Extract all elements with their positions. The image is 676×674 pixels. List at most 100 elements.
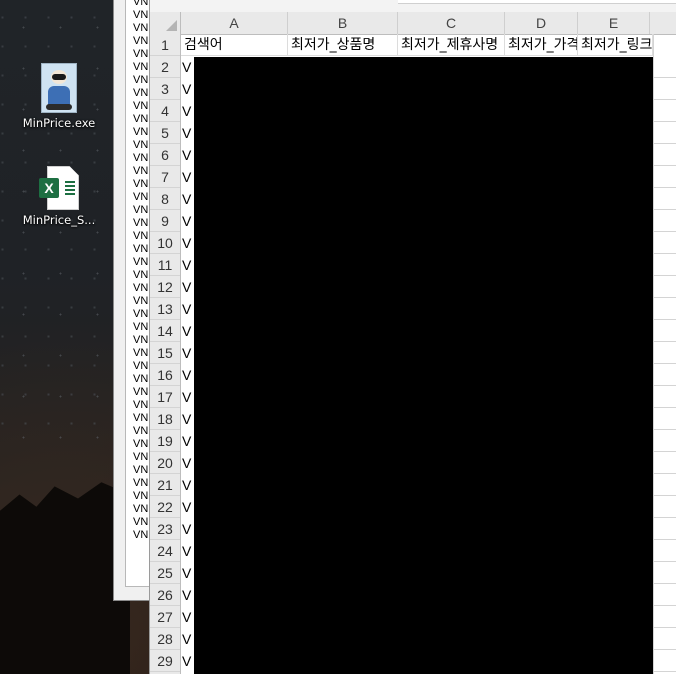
cell-a[interactable]: V — [180, 452, 194, 474]
text-line: VN — [133, 152, 149, 164]
column-header-b[interactable]: B — [288, 12, 398, 34]
row-header[interactable]: 24 — [150, 540, 180, 562]
text-line: VN — [133, 191, 149, 203]
column-header-e[interactable]: E — [578, 12, 650, 34]
cell-a1[interactable]: 검색어 — [181, 34, 288, 56]
row-header[interactable]: 12 — [150, 276, 180, 298]
row-header[interactable]: 19 — [150, 430, 180, 452]
row-header[interactable]: 3 — [150, 78, 180, 100]
text-line: VN — [133, 399, 149, 411]
cell-a[interactable]: V — [180, 100, 194, 122]
cell-a[interactable]: V — [180, 254, 194, 276]
cell-a[interactable]: V — [180, 496, 194, 518]
cell-a[interactable]: V — [180, 298, 194, 320]
cell-a[interactable]: V — [180, 518, 194, 540]
cell-a[interactable]: V — [180, 56, 194, 78]
cell-c1[interactable]: 최저가_제휴사명 — [398, 34, 505, 56]
row-header[interactable]: 6 — [150, 144, 180, 166]
row-header[interactable]: 20 — [150, 452, 180, 474]
cell-a[interactable]: V — [180, 232, 194, 254]
select-all-corner[interactable] — [150, 12, 181, 34]
row-header[interactable]: 2 — [150, 56, 180, 78]
row-header[interactable]: 17 — [150, 386, 180, 408]
cell-a[interactable]: V — [180, 584, 194, 606]
text-line: VN — [133, 308, 149, 320]
text-line: VN — [133, 425, 149, 437]
row-header[interactable]: 10 — [150, 232, 180, 254]
row-header[interactable]: 21 — [150, 474, 180, 496]
text-line: VN — [133, 87, 149, 99]
cell-a[interactable]: V — [180, 188, 194, 210]
row-header[interactable]: 28 — [150, 628, 180, 650]
text-line: VN — [133, 230, 149, 242]
desktop-icon-minprice-exe[interactable]: MinPrice.exe — [13, 63, 105, 130]
row-header[interactable]: 9 — [150, 210, 180, 232]
cell-a[interactable]: V — [180, 122, 194, 144]
app-character-icon — [41, 63, 77, 113]
row-header[interactable]: 26 — [150, 584, 180, 606]
cell-a[interactable]: V — [180, 430, 194, 452]
cell-b1[interactable]: 최저가_상품명 — [288, 34, 398, 56]
row-header[interactable]: 11 — [150, 254, 180, 276]
desktop-icon-label: MinPrice.exe — [22, 116, 96, 130]
row-header[interactable]: 23 — [150, 518, 180, 540]
column-header-d[interactable]: D — [505, 12, 578, 34]
text-line: VN — [133, 477, 149, 489]
text-line: VN — [133, 217, 149, 229]
cell-a[interactable]: V — [180, 386, 194, 408]
row-header[interactable]: 13 — [150, 298, 180, 320]
row-header[interactable]: 1 — [150, 34, 180, 56]
text-line: VN — [133, 503, 149, 515]
cell-a[interactable]: V — [180, 364, 194, 386]
cell-a[interactable]: V — [180, 408, 194, 430]
row-header[interactable]: 27 — [150, 606, 180, 628]
cell-a[interactable]: V — [180, 474, 194, 496]
text-line: VN — [133, 529, 149, 541]
text-line: VN — [133, 9, 149, 21]
text-line: VN — [133, 113, 149, 125]
text-line: VN — [133, 48, 149, 60]
cell-a[interactable]: V — [180, 650, 194, 672]
column-header-c[interactable]: C — [398, 12, 505, 34]
text-line: VN — [133, 360, 149, 372]
column-header-a[interactable]: A — [181, 12, 288, 34]
cell-a[interactable]: V — [180, 540, 194, 562]
cell-a[interactable]: V — [180, 78, 194, 100]
text-line: VN — [133, 61, 149, 73]
excel-file-icon: X — [39, 166, 79, 210]
text-line: VN — [133, 516, 149, 528]
row-header[interactable]: 22 — [150, 496, 180, 518]
cell-a[interactable]: V — [180, 166, 194, 188]
row-header[interactable]: 25 — [150, 562, 180, 584]
spreadsheet-window[interactable]: A B C D E 1 2 3 4 5 6 7 8 9 10 11 12 13 14 15 16 17 18 19 2… — [149, 0, 676, 674]
row-header[interactable]: 7 — [150, 166, 180, 188]
text-line: VN — [133, 282, 149, 294]
cell-a[interactable]: V — [180, 276, 194, 298]
cell-a[interactable]: V — [180, 342, 194, 364]
row-header[interactable]: 29 — [150, 650, 180, 672]
desktop-icon-minprice-xlsx[interactable]: X MinPrice_S... — [13, 166, 105, 227]
redacted-region — [194, 57, 653, 674]
row-header[interactable]: 8 — [150, 188, 180, 210]
text-line: VN — [133, 256, 149, 268]
cell-a[interactable]: V — [180, 144, 194, 166]
row-header[interactable]: 5 — [150, 122, 180, 144]
text-line: VN — [133, 412, 149, 424]
cell-d1[interactable]: 최저가_가격 — [505, 34, 578, 56]
row-header[interactable]: 18 — [150, 408, 180, 430]
cell-e1[interactable]: 최저가_링크 — [578, 34, 653, 56]
row-header[interactable]: 4 — [150, 100, 180, 122]
mountain-silhouette — [0, 482, 130, 674]
cell-a[interactable]: V — [180, 210, 194, 232]
row-header[interactable]: 15 — [150, 342, 180, 364]
cell-a[interactable]: V — [180, 320, 194, 342]
cell-a[interactable]: V — [180, 628, 194, 650]
text-line: VN — [133, 0, 149, 8]
row-header[interactable]: 16 — [150, 364, 180, 386]
text-line: VN — [133, 347, 149, 359]
text-line: VN — [133, 243, 149, 255]
row-header[interactable]: 14 — [150, 320, 180, 342]
cell-a[interactable]: V — [180, 606, 194, 628]
text-line: VN — [133, 126, 149, 138]
cell-a[interactable]: V — [180, 562, 194, 584]
